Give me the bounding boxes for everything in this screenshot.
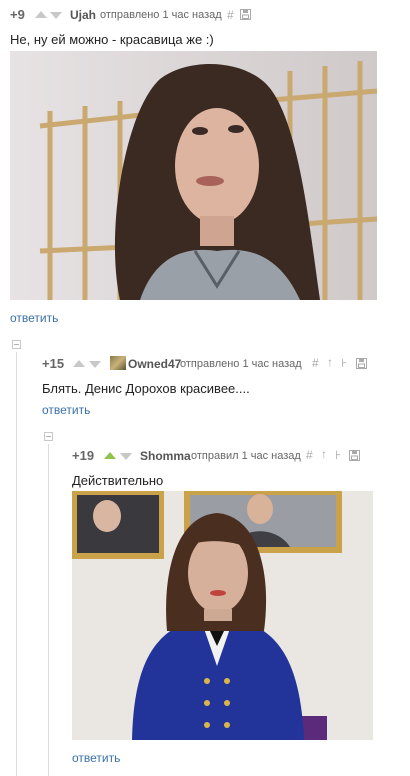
comment-text: Действительно: [72, 473, 164, 488]
parent-icon[interactable]: ↑: [327, 355, 333, 369]
comment-rating: +19: [72, 448, 95, 463]
comment-text: Не, ну ей можно - красавица же :): [10, 32, 214, 47]
comment-2: +15 Owned47 отправлено 1 час назад # ↑ ⊦…: [0, 350, 410, 420]
comment-timestamp: отправлено 1 час назад: [180, 358, 302, 370]
comment-1: +9 Ujah отправлено 1 час назад # Не, ну …: [0, 0, 410, 330]
comment-image: [72, 491, 373, 740]
branch-icon[interactable]: ⊦: [335, 448, 341, 462]
vote-up-icon[interactable]: [35, 11, 47, 18]
collapse-toggle[interactable]: [12, 340, 21, 349]
save-icon[interactable]: [240, 9, 251, 20]
collapse-toggle[interactable]: [44, 432, 53, 441]
comment-author[interactable]: Shomma: [140, 449, 191, 463]
comment-author[interactable]: Ujah: [70, 8, 96, 22]
comment-timestamp: отправил 1 час назад: [191, 450, 301, 462]
vote-down-icon[interactable]: [120, 453, 132, 460]
vote-down-icon[interactable]: [89, 361, 101, 368]
vote-up-icon[interactable]: [104, 452, 116, 459]
reply-link[interactable]: ответить: [42, 403, 90, 417]
parent-icon[interactable]: ↑: [321, 447, 327, 461]
comment-rating: +9: [10, 7, 25, 22]
hash-icon[interactable]: #: [227, 8, 234, 22]
vote-up-icon[interactable]: [73, 360, 85, 367]
vote-down-icon[interactable]: [50, 12, 62, 19]
save-icon[interactable]: [356, 358, 367, 369]
reply-link[interactable]: ответить: [72, 751, 120, 765]
reply-link[interactable]: ответить: [10, 311, 58, 325]
branch-icon[interactable]: ⊦: [341, 356, 347, 370]
comment-rating: +15: [42, 356, 65, 371]
hash-icon[interactable]: #: [306, 448, 313, 462]
avatar[interactable]: [110, 356, 126, 370]
comment-author[interactable]: Owned47: [128, 357, 181, 371]
comment-3: +19 Shomma отправил 1 час назад # ↑ ⊦ Де…: [0, 442, 410, 776]
comment-text: Блять. Денис Дорохов красивее....: [42, 381, 250, 396]
comment-image: [10, 51, 377, 300]
comment-timestamp: отправлено 1 час назад: [100, 9, 222, 21]
hash-icon[interactable]: #: [312, 356, 319, 370]
save-icon[interactable]: [349, 450, 360, 461]
